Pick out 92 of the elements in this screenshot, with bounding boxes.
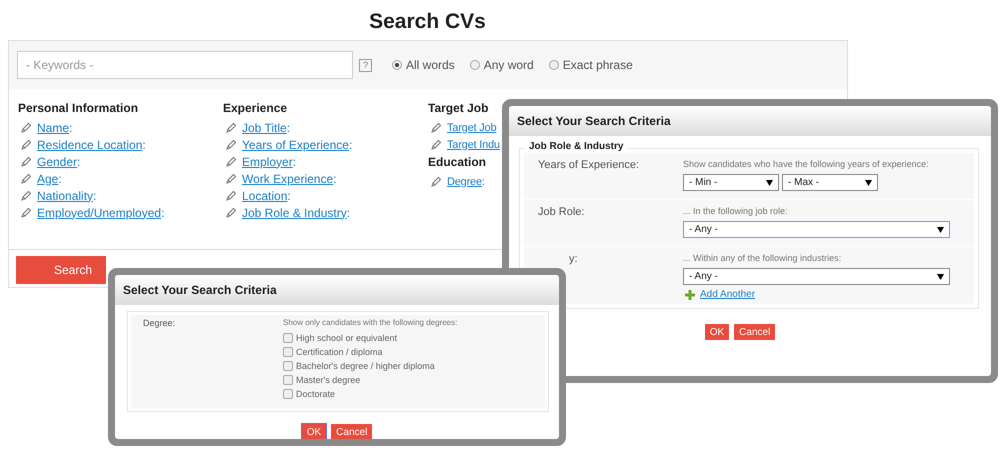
criteria-link[interactable]: Employer <box>242 154 293 168</box>
dialog-button[interactable]: Cancel <box>331 424 372 439</box>
criteria-link[interactable]: Target Indu <box>447 138 500 150</box>
pencil-icon <box>430 122 442 134</box>
colon: : <box>93 188 96 202</box>
criteria-link[interactable]: Employed/Unemployed <box>37 206 162 220</box>
dropdown[interactable]: - Max - <box>782 174 878 191</box>
hint-text: ... In the following job role: <box>683 206 789 216</box>
pencil-icon <box>20 206 32 218</box>
checkbox[interactable] <box>283 389 293 399</box>
pencil-icon <box>225 172 237 184</box>
match-option[interactable]: Exact phrase <box>548 58 633 72</box>
colon: : <box>346 206 350 220</box>
criteria-link[interactable]: Nationality <box>37 188 94 202</box>
colon: : <box>69 120 72 134</box>
colon: : <box>142 138 146 152</box>
caret-icon <box>937 274 944 280</box>
pencil-icon <box>225 138 237 150</box>
match-option[interactable]: Any word <box>470 58 534 72</box>
criteria-link[interactable]: Job Title <box>242 120 287 134</box>
section-heading: Target Job <box>428 101 488 117</box>
hint-text: Show only candidates with the following degrees: <box>283 318 458 327</box>
pencil-icon <box>20 190 32 202</box>
degree-option[interactable]: Bachelor's degree / higher diploma <box>283 359 458 373</box>
page-title: Search CVs <box>368 9 487 35</box>
pencil-icon <box>225 190 237 202</box>
search-button[interactable]: Search <box>16 256 106 284</box>
colon: : <box>77 154 80 168</box>
colon: : <box>161 206 164 220</box>
pencil-icon <box>430 176 442 188</box>
radio-icon[interactable] <box>548 60 559 70</box>
colon: : <box>333 172 336 186</box>
keywords-field[interactable]: - Keywords - <box>17 51 353 79</box>
pencil-icon <box>225 156 237 168</box>
checkbox[interactable] <box>283 375 293 385</box>
fieldset-legend: Job Role & Industry <box>525 141 628 152</box>
degree-option[interactable]: Certification / diploma <box>283 345 458 359</box>
section-heading: Experience <box>223 101 288 117</box>
pencil-icon <box>225 206 237 218</box>
checkbox[interactable] <box>283 361 293 371</box>
degree-option[interactable]: Doctorate <box>283 387 458 401</box>
degree-option[interactable]: Master's degree <box>283 373 458 387</box>
pencil-icon <box>20 172 32 184</box>
section-heading: Personal Information <box>18 101 138 117</box>
dropdown[interactable]: - Any - <box>683 221 950 238</box>
criteria-link[interactable]: Location <box>242 188 288 202</box>
row-label: Degree: <box>142 318 176 330</box>
degree-option[interactable]: High school or equivalent <box>283 331 458 345</box>
radio-icon[interactable] <box>392 60 402 70</box>
plus-icon <box>685 290 695 300</box>
row-label: y: <box>568 253 579 267</box>
dialog-title: Select Your Search Criteria <box>123 283 277 297</box>
dialog-button[interactable]: Cancel <box>734 324 776 340</box>
colon: : <box>286 120 290 134</box>
criteria-link[interactable]: Residence Location <box>37 138 142 152</box>
pencil-icon <box>20 138 32 150</box>
help-icon[interactable]: ? <box>359 58 372 72</box>
checkbox[interactable] <box>283 333 293 343</box>
criteria-link[interactable]: Degree <box>447 176 482 188</box>
match-option[interactable]: All words <box>392 58 455 72</box>
hint-text: ... Within any of the following industries: <box>683 253 842 263</box>
row-label: Job Role: <box>537 206 586 220</box>
row-label: Years of Experience: <box>537 159 640 173</box>
colon: : <box>58 172 62 186</box>
colon: : <box>287 188 291 202</box>
dialog-title: Select Your Search Criteria <box>517 114 671 128</box>
pencil-icon <box>20 156 32 168</box>
caret-icon <box>766 180 773 186</box>
colon: : <box>482 176 485 188</box>
criteria-link[interactable]: Gender <box>37 154 78 168</box>
pencil-icon <box>430 138 442 150</box>
dropdown[interactable]: - Any - <box>683 268 950 285</box>
criteria-link[interactable]: Name <box>37 120 70 134</box>
caret-icon <box>937 226 944 232</box>
radio-icon[interactable] <box>470 60 480 70</box>
section-heading: Education <box>428 155 486 171</box>
colon: : <box>292 154 296 168</box>
dialog-button[interactable]: OK <box>302 424 326 439</box>
add-another-link[interactable]: Add Another <box>700 289 756 300</box>
dialog-button[interactable]: OK <box>704 324 730 340</box>
criteria-link[interactable]: Job Role & Industry <box>242 206 347 220</box>
criteria-link[interactable]: Target Job <box>447 122 496 134</box>
pencil-icon <box>225 122 237 134</box>
colon: : <box>348 138 352 152</box>
caret-icon <box>865 180 872 186</box>
hint-text: Show candidates who have the following years of experience: <box>683 159 930 169</box>
criteria-link[interactable]: Age <box>37 172 58 186</box>
criteria-link[interactable]: Work Experience <box>242 172 334 186</box>
checkbox[interactable] <box>283 347 293 357</box>
dropdown[interactable]: - Min - <box>683 174 779 191</box>
pencil-icon <box>20 122 32 134</box>
criteria-link[interactable]: Years of Experience <box>242 138 349 152</box>
